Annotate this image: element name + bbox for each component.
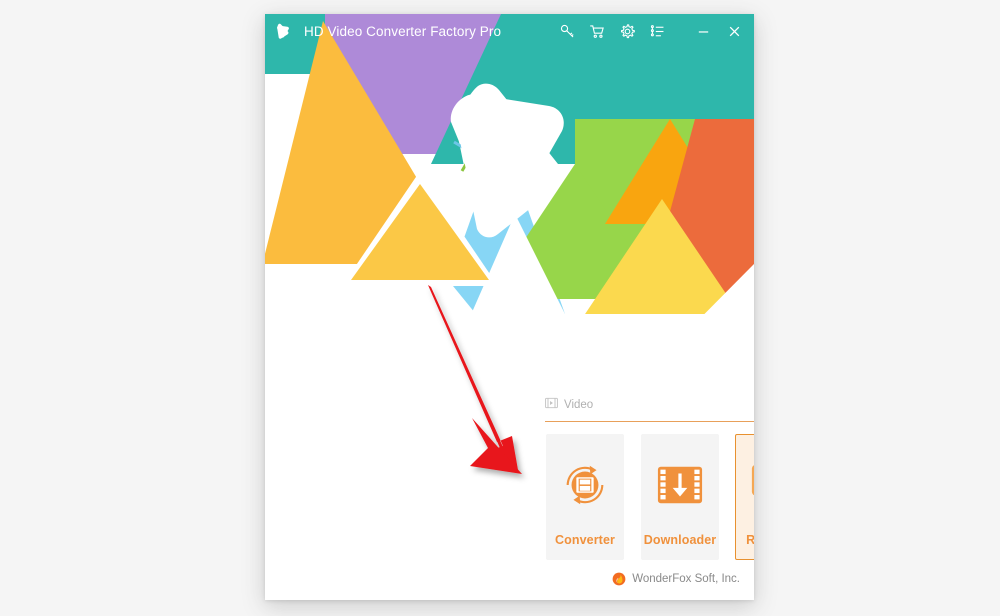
category-underline [545,421,754,422]
footer-brand: WonderFox Soft, Inc. [632,573,740,585]
wonderfox-flame-icon [612,572,626,586]
minimize-button[interactable] [688,14,718,48]
converter-icon [559,459,611,511]
key-icon[interactable] [552,14,582,48]
application-window: HD Video Converter Factory Pro Video Con… [265,14,754,600]
tools-row: Converter Downloader R [265,434,754,562]
hero-banner [265,14,754,374]
close-button[interactable] [718,14,750,48]
tool-label: Recorder [746,533,754,547]
category-row: Video Image [265,396,754,424]
tool-card-downloader[interactable]: Downloader [641,434,719,560]
tool-card-recorder[interactable]: Recorder [735,434,754,560]
tool-label: Downloader [643,533,717,547]
video-icon [545,396,558,414]
content-area: Video Image [265,374,754,600]
recorder-icon [748,459,754,511]
task-list-icon[interactable] [642,14,672,48]
hero-banner-graphic [265,14,754,374]
play-logo-icon [277,23,289,39]
tool-card-converter[interactable]: Converter [546,434,624,560]
window-title: HD Video Converter Factory Pro [304,23,502,39]
category-video: Video [545,396,754,422]
gear-icon[interactable] [612,14,642,48]
cart-icon[interactable] [582,14,612,48]
category-label: Video [564,399,594,411]
footer: WonderFox Soft, Inc. [612,572,740,586]
titlebar-actions [552,14,754,48]
downloader-icon [654,459,706,511]
title-bar: HD Video Converter Factory Pro [265,14,754,48]
tool-label: Converter [555,533,615,547]
